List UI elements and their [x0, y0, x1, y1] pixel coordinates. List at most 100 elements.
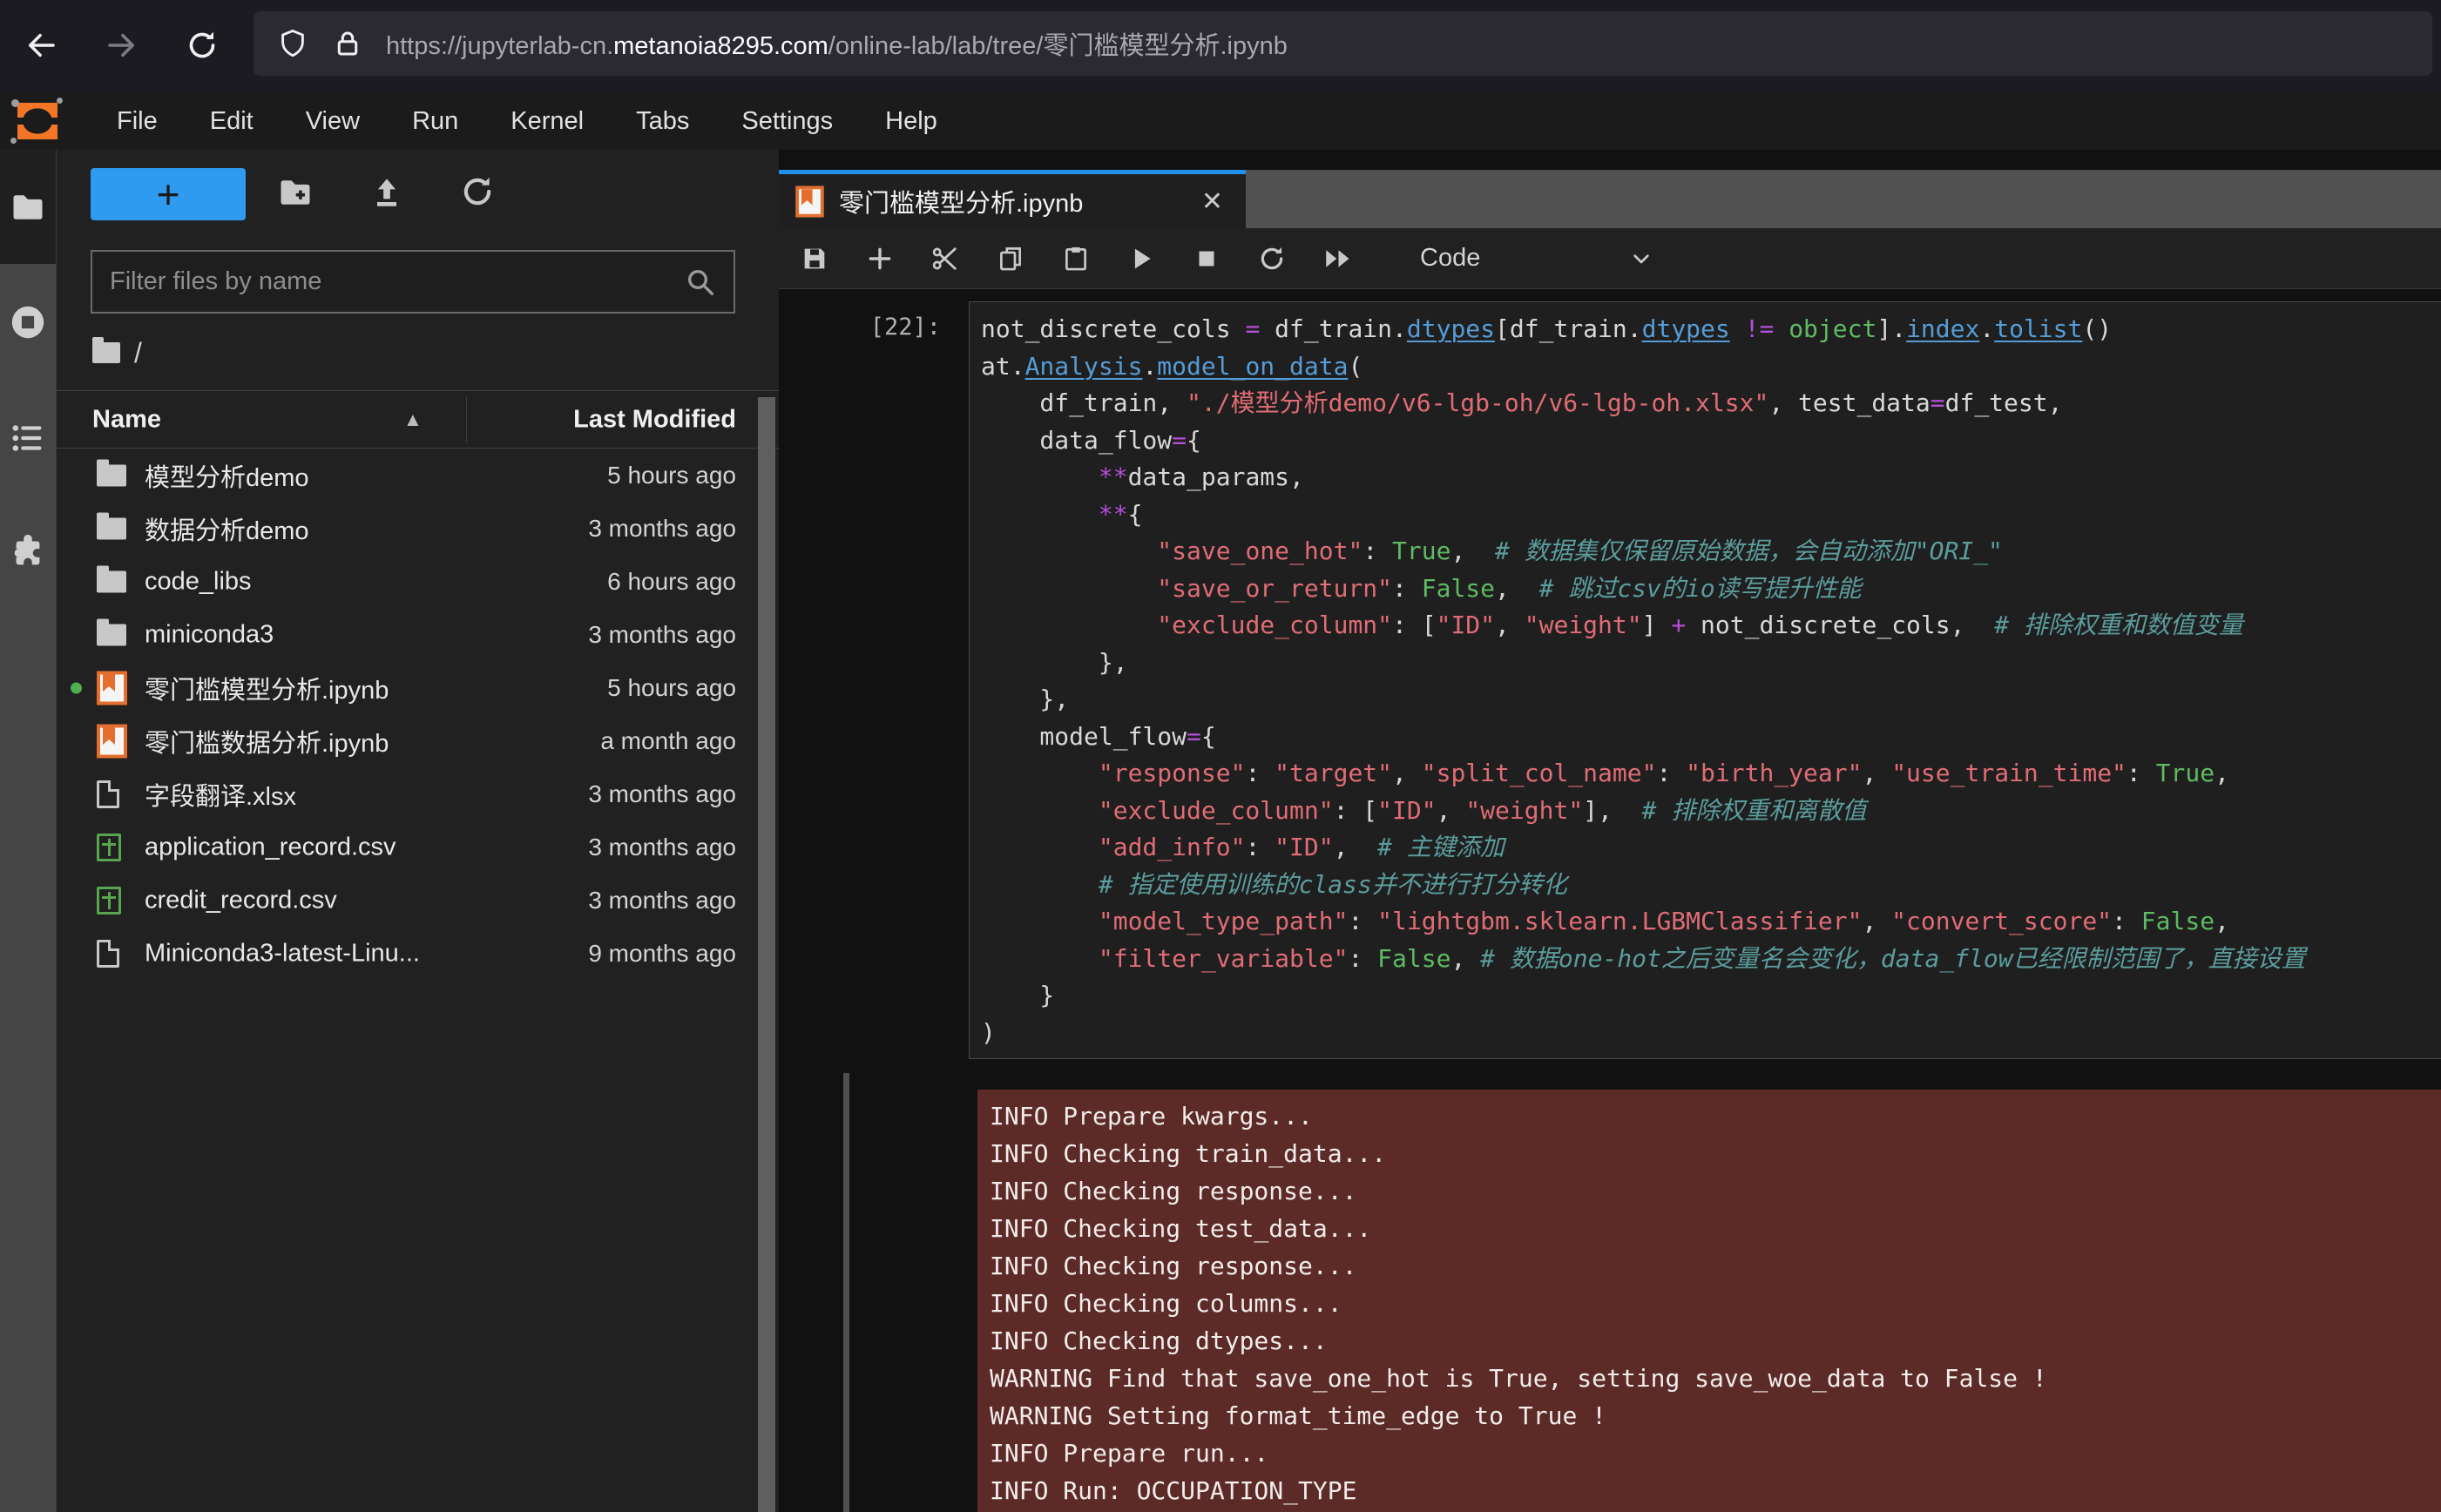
- menu-item-edit[interactable]: Edit: [184, 92, 280, 150]
- browser-back-button[interactable]: [15, 19, 67, 71]
- code-line: },: [981, 681, 2441, 719]
- code-line: "exclude_column": ["ID", "weight"] + not…: [981, 607, 2441, 645]
- refresh-button[interactable]: [459, 173, 496, 214]
- extensions-tab[interactable]: [8, 531, 48, 576]
- restart-run-all-button[interactable]: [1304, 228, 1369, 289]
- file-list-header: Name ▲ Last Modified: [57, 390, 779, 449]
- file-name: credit_record.csv: [145, 886, 337, 915]
- restart-kernel-button[interactable]: [1239, 228, 1304, 289]
- cell-output-stderr: INFO Prepare kwargs...INFO Checking trai…: [977, 1090, 2441, 1512]
- upload-button[interactable]: [368, 173, 406, 216]
- code-line: # 指定使用训练的class并不进行打分转化: [981, 867, 2441, 904]
- file-row[interactable]: Miniconda3-latest-Linu...9 months ago: [57, 927, 779, 980]
- menu-item-settings[interactable]: Settings: [715, 92, 859, 150]
- table-of-contents-tab[interactable]: [8, 418, 48, 462]
- file-list-scrollbar[interactable]: [758, 397, 775, 1512]
- folder-icon: [97, 464, 126, 486]
- save-button[interactable]: [781, 228, 847, 289]
- code-line: }: [981, 977, 2441, 1015]
- running-indicator-dot: [71, 682, 82, 693]
- search-icon: [683, 265, 718, 300]
- tab-close-icon[interactable]: ✕: [1201, 186, 1223, 217]
- file-modified: 5 hours ago: [607, 674, 736, 702]
- new-launcher-button[interactable]: +: [91, 168, 246, 220]
- filter-files-input[interactable]: [92, 267, 683, 296]
- lock-icon[interactable]: [332, 27, 363, 60]
- restart-icon: [1257, 244, 1287, 273]
- plus-icon: [865, 244, 895, 273]
- menu-item-tabs[interactable]: Tabs: [610, 92, 715, 150]
- breadcrumb[interactable]: /: [92, 329, 142, 376]
- cell-type-dropdown[interactable]: Code: [1420, 244, 1655, 273]
- menu-item-run[interactable]: Run: [386, 92, 484, 150]
- file-row[interactable]: 零门槛数据分析.ipynba month ago: [57, 714, 779, 767]
- code-line: df_train, "./模型分析demo/v6-lgb-oh/v6-lgb-o…: [981, 385, 2441, 422]
- menu-item-file[interactable]: File: [91, 92, 184, 150]
- file-name: application_record.csv: [145, 833, 396, 861]
- code-line: "exclude_column": ["ID", "weight"], # 排除…: [981, 793, 2441, 830]
- browser-reload-button[interactable]: [176, 19, 228, 71]
- notebook-toolbar: Code: [779, 228, 2441, 289]
- paste-cells-button[interactable]: [1043, 228, 1108, 289]
- file-browser-tab[interactable]: [9, 188, 47, 231]
- file-row[interactable]: application_record.csv3 months ago: [57, 820, 779, 874]
- file-list: 模型分析demo5 hours ago数据分析demo3 months agoc…: [57, 449, 779, 1512]
- file-name: Miniconda3-latest-Linu...: [145, 939, 420, 968]
- log-line: INFO Checking dtypes...: [990, 1322, 2441, 1360]
- column-name[interactable]: Name: [92, 405, 161, 434]
- shield-icon[interactable]: [276, 27, 309, 60]
- file-row[interactable]: 零门槛模型分析.ipynb5 hours ago: [57, 661, 779, 714]
- file-row[interactable]: miniconda33 months ago: [57, 608, 779, 661]
- fast-forward-icon: [1322, 243, 1353, 274]
- file-modified: 6 hours ago: [607, 568, 736, 596]
- file-modified: 3 months ago: [588, 621, 736, 649]
- menu-item-help[interactable]: Help: [859, 92, 964, 150]
- code-line: "response": "target", "split_col_name": …: [981, 755, 2441, 793]
- log-line: INFO Run: OCCUPATION_TYPE: [990, 1472, 2441, 1509]
- browser-forward-button[interactable]: [96, 19, 148, 71]
- file-row[interactable]: credit_record.csv3 months ago: [57, 874, 779, 927]
- running-kernels-tab[interactable]: [8, 302, 48, 347]
- file-row[interactable]: code_libs6 hours ago: [57, 555, 779, 608]
- code-line: at.Analysis.model_on_data(: [981, 348, 2441, 386]
- folder-icon: [9, 188, 47, 226]
- log-line: INFO Prepare kwargs...: [990, 1097, 2441, 1135]
- file-name: 模型分析demo: [145, 457, 309, 494]
- menu-item-view[interactable]: View: [280, 92, 386, 150]
- file-row[interactable]: 数据分析demo3 months ago: [57, 502, 779, 555]
- notebook-tab-title: 零门槛模型分析.ipynb: [839, 183, 1083, 219]
- code-cell-editor[interactable]: not_discrete_cols = df_train.dtypes[df_t…: [969, 301, 2441, 1059]
- jupyterlab-menubar: FileEditViewRunKernelTabsSettingsHelp: [0, 92, 2441, 151]
- scissors-icon: [930, 243, 961, 274]
- stop-icon: [1192, 244, 1221, 273]
- add-cell-button[interactable]: [847, 228, 912, 289]
- code-line: not_discrete_cols = df_train.dtypes[df_t…: [981, 311, 2441, 348]
- interrupt-kernel-button[interactable]: [1173, 228, 1239, 289]
- new-folder-icon: [276, 173, 314, 212]
- breadcrumb-home-icon[interactable]: [92, 342, 120, 363]
- output-collapser[interactable]: [843, 1073, 849, 1512]
- file-row[interactable]: 模型分析demo5 hours ago: [57, 449, 779, 502]
- code-line: **data_params,: [981, 459, 2441, 496]
- activity-bar: [0, 150, 57, 1512]
- run-icon: [1126, 244, 1156, 273]
- new-folder-button[interactable]: [276, 173, 314, 216]
- file-row[interactable]: 字段翻译.xlsx3 months ago: [57, 767, 779, 820]
- run-cell-button[interactable]: [1108, 228, 1173, 289]
- code-line: ): [981, 1015, 2441, 1052]
- address-bar[interactable]: https://jupyterlab-cn.metanoia8295.com/o…: [254, 11, 2432, 76]
- code-line: },: [981, 645, 2441, 682]
- puzzle-icon: [8, 531, 48, 571]
- menu-item-kernel[interactable]: Kernel: [484, 92, 610, 150]
- file-browser-panel: + / Name ▲ Last Modified 模型分析demo5 hours…: [57, 150, 779, 1512]
- column-last-modified[interactable]: Last Modified: [573, 405, 736, 434]
- code-line: "add_info": "ID", # 主键添加: [981, 829, 2441, 867]
- sort-ascending-icon[interactable]: ▲: [403, 408, 423, 431]
- notebook-tab-bar: 零门槛模型分析.ipynb ✕: [779, 170, 2441, 228]
- notebook-tab[interactable]: 零门槛模型分析.ipynb ✕: [779, 170, 1246, 228]
- cut-cells-button[interactable]: [912, 228, 977, 289]
- url-text: https://jupyterlab-cn.metanoia8295.com/o…: [386, 25, 1288, 62]
- copy-cells-button[interactable]: [977, 228, 1043, 289]
- code-line: model_flow={: [981, 719, 2441, 756]
- browser-toolbar: https://jupyterlab-cn.metanoia8295.com/o…: [0, 0, 2441, 93]
